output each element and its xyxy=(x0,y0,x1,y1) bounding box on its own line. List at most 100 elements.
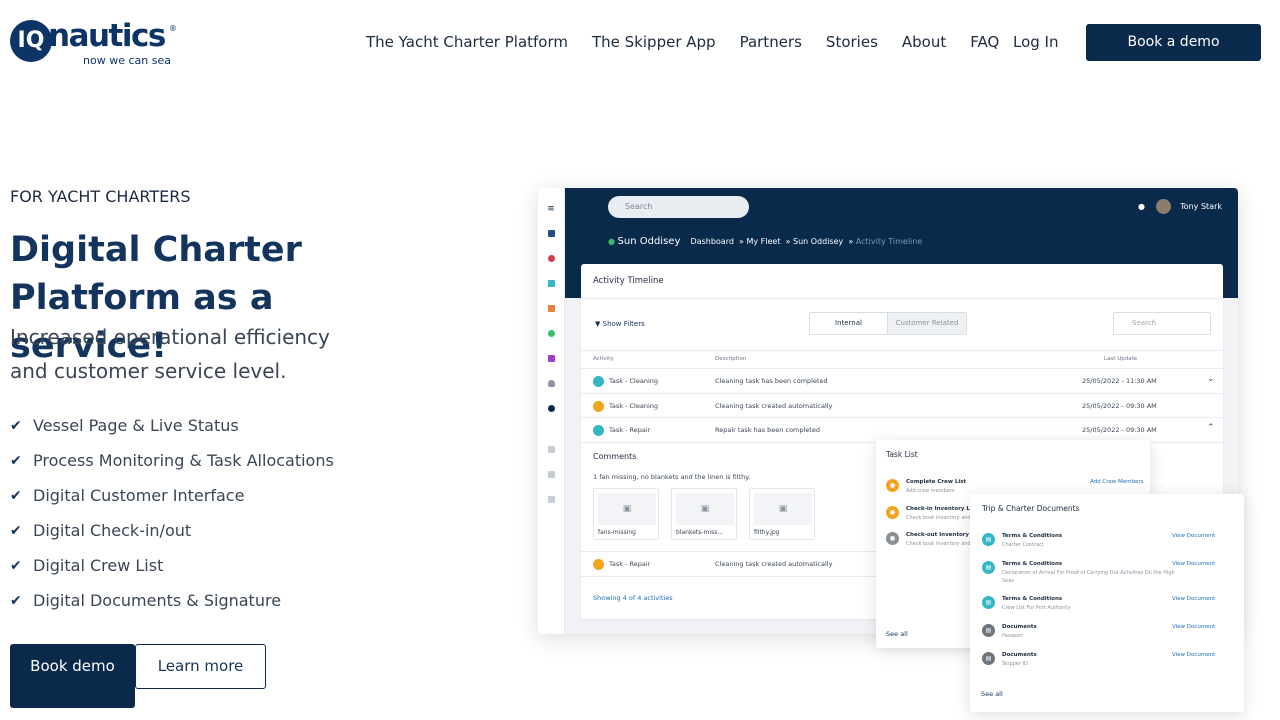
attachment-thumb[interactable]: ▣ fans-missing xyxy=(593,488,659,540)
nav-item-skipper-app[interactable]: The Skipper App xyxy=(592,33,716,51)
feature-label: Digital Customer Interface xyxy=(33,486,245,505)
comments-title: Comments xyxy=(593,452,637,461)
feature-label: Digital Documents & Signature xyxy=(33,591,282,610)
table-row[interactable]: Task - Cleaning Cleaning task created au… xyxy=(581,394,1223,418)
book-demo-button[interactable]: Book demo xyxy=(10,644,135,708)
notification-bell-icon[interactable]: ● xyxy=(1138,202,1145,211)
task-icon: ● xyxy=(886,532,899,545)
chevron-down-icon[interactable]: ⌄ xyxy=(1207,374,1215,384)
attachment-name: filthy.jpg xyxy=(754,529,780,536)
table-row[interactable]: Task - Repair Repair task has been compl… xyxy=(581,418,1223,442)
image-icon: ▣ xyxy=(676,493,734,525)
vessel-name: Sun Oddisey xyxy=(617,236,681,247)
check-icon: ✔ xyxy=(10,522,22,539)
breadcrumb-item[interactable]: Sun Oddisey xyxy=(793,237,843,246)
breadcrumb-item[interactable]: Dashboard xyxy=(691,237,734,246)
document-name: Terms & Conditions xyxy=(1002,596,1063,602)
nav-item-yacht-charter-platform[interactable]: The Yacht Charter Platform xyxy=(366,33,568,51)
description-cell: Cleaning task has been completed xyxy=(715,377,828,385)
learn-more-button[interactable]: Learn more xyxy=(135,644,266,689)
view-document-link[interactable]: View Document xyxy=(1172,596,1215,602)
comment-text: 1 fan missing, no blankets and the linen… xyxy=(593,473,751,481)
check-circle-icon xyxy=(547,255,555,262)
person-icon xyxy=(547,305,555,312)
check-icon: ✔ xyxy=(10,452,22,469)
book-a-demo-button[interactable]: Book a demo xyxy=(1086,24,1261,61)
feature-label: Vessel Page & Live Status xyxy=(33,416,239,435)
view-document-link[interactable]: View Document xyxy=(1172,533,1215,539)
chevron-up-icon[interactable]: ⌃ xyxy=(1207,423,1215,433)
view-document-link[interactable]: View Document xyxy=(1172,561,1215,567)
nav-item-stories[interactable]: Stories xyxy=(826,33,878,51)
description-cell: Repair task has been completed xyxy=(715,426,820,434)
show-filters-label: Show Filters xyxy=(602,320,645,328)
document-name: Documents xyxy=(1002,624,1037,630)
app-search-input[interactable]: Search xyxy=(608,196,749,218)
table-row[interactable]: Task - Cleaning Cleaning task has been c… xyxy=(581,369,1223,393)
panel-title: Trip & Charter Documents xyxy=(982,504,1080,513)
see-all-link[interactable]: See all xyxy=(886,630,908,638)
add-crew-members-link[interactable]: Add Crew Members xyxy=(1090,479,1144,485)
login-link[interactable]: Log In xyxy=(1013,33,1059,51)
menu-icon: ≡ xyxy=(547,204,555,214)
activity-cell: Task - Repair xyxy=(609,560,651,568)
feature-item: ✔ Process Monitoring & Task Allocations xyxy=(10,443,334,478)
show-filters-button[interactable]: ▼ Show Filters xyxy=(595,320,645,328)
task-status-icon xyxy=(593,376,604,387)
doc-icon xyxy=(547,446,555,453)
column-header: Last Update xyxy=(1104,356,1138,362)
nav-item-faq[interactable]: FAQ xyxy=(970,33,999,51)
task-sub: Check boat inventory and c xyxy=(906,541,975,547)
card-title: Activity Timeline xyxy=(593,276,664,286)
check-icon: ✔ xyxy=(10,557,22,574)
attachment-name: fans-missing xyxy=(598,529,636,536)
view-document-link[interactable]: View Document xyxy=(1172,652,1215,658)
attachment-thumb[interactable]: ▣ blankets-miss... xyxy=(671,488,737,540)
divider xyxy=(581,350,1223,351)
description-cell: Cleaning task created automatically xyxy=(715,560,833,568)
segmented-control: Internal Customer Related xyxy=(809,312,967,335)
nav-item-about[interactable]: About xyxy=(902,33,946,51)
brand-logo[interactable]: IQ nautics ® now we can sea xyxy=(10,18,180,68)
document-icon: ▤ xyxy=(982,624,995,637)
logo-wordmark: nautics xyxy=(48,18,166,54)
document-icon: ▤ xyxy=(982,561,995,574)
task-icon: ● xyxy=(886,479,899,492)
feature-item: ✔ Digital Documents & Signature xyxy=(10,583,334,618)
task-name: Check-in Inventory List xyxy=(906,506,978,512)
trip-documents-panel: Trip & Charter Documents ▤ Terms & Condi… xyxy=(970,494,1244,712)
tab-internal[interactable]: Internal xyxy=(810,313,888,334)
logo-registered: ® xyxy=(169,24,177,33)
task-name: Complete Crew List xyxy=(906,479,967,485)
column-header: Description xyxy=(715,356,747,362)
document-icon: ▤ xyxy=(982,596,995,609)
document-name: Documents xyxy=(1002,652,1037,658)
avatar[interactable] xyxy=(1156,199,1171,214)
app-sidebar: ≡ xyxy=(538,188,565,634)
feature-item: ✔ Vessel Page & Live Status xyxy=(10,408,334,443)
activity-search-input[interactable]: Search xyxy=(1113,312,1211,335)
hero-eyebrow: FOR YACHT CHARTERS xyxy=(10,187,191,206)
hero-subtitle: Increased operational efficiency and cus… xyxy=(10,325,330,383)
breadcrumb-item-current: Activity Timeline xyxy=(855,237,923,246)
attachment-thumb[interactable]: ▣ filthy.jpg xyxy=(749,488,815,540)
view-document-link[interactable]: View Document xyxy=(1172,624,1215,630)
doc-icon xyxy=(547,471,555,478)
boat-icon xyxy=(547,280,555,287)
hero-title-line1: Digital Charter xyxy=(10,230,302,270)
document-name: Terms & Conditions xyxy=(1002,533,1063,539)
nav-item-partners[interactable]: Partners xyxy=(740,33,802,51)
feature-item: ✔ Digital Customer Interface xyxy=(10,478,334,513)
user-name: Tony Stark xyxy=(1180,202,1222,211)
feature-item: ✔ Digital Crew List xyxy=(10,548,334,583)
showing-count: Showing 4 of 4 activities xyxy=(593,594,673,602)
breadcrumb-item[interactable]: My Fleet xyxy=(746,237,780,246)
feature-item: ✔ Digital Check-in/out xyxy=(10,513,334,548)
tab-customer-related[interactable]: Customer Related xyxy=(888,313,966,334)
document-icon: ▤ xyxy=(982,533,995,546)
task-sub: Check boat inventory and c xyxy=(906,515,975,521)
date-cell: 25/05/2022 - 09:30 AM xyxy=(1082,402,1157,410)
see-all-link[interactable]: See all xyxy=(981,690,1003,698)
document-icon: ▤ xyxy=(982,652,995,665)
task-status-icon xyxy=(593,559,604,570)
